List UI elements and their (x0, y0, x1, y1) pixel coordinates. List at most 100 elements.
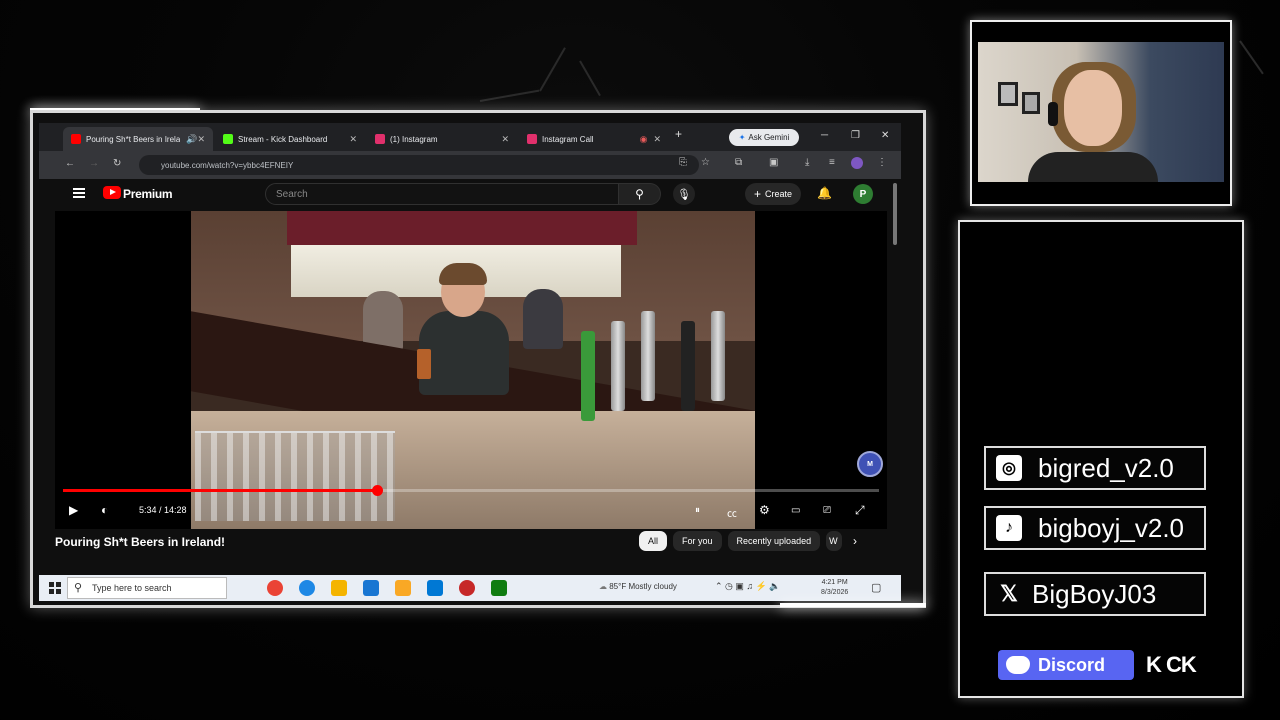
channel-watermark-icon[interactable]: M (857, 451, 883, 477)
cast-icon[interactable]: ⎘ (679, 157, 687, 168)
miniplayer-icon[interactable]: ▭ (791, 505, 800, 516)
tab-instagram-call[interactable]: Instagram Call ◉ ✕ (519, 127, 669, 151)
x-icon: 𝕏 (1000, 581, 1018, 606)
close-tab-icon[interactable]: ✕ (653, 134, 661, 145)
weather-text: 85°F Mostly cloudy (609, 582, 677, 591)
social-handle: BigBoyJ03 (1032, 578, 1157, 609)
avatar-letter: P (859, 188, 867, 200)
youtube-header: Premium Search ⚲ 🎙 + Create 🔔 P (55, 179, 901, 245)
decor-line (479, 89, 540, 102)
video-frame[interactable] (191, 211, 755, 529)
bookmark-star-icon[interactable]: ☆ (701, 157, 710, 168)
close-tab-icon[interactable]: ✕ (501, 134, 509, 145)
search-button[interactable]: ⚲ (619, 183, 661, 205)
download-icon[interactable]: ⤓ (805, 157, 809, 168)
social-handle: bigred_v2.0 (1038, 452, 1174, 483)
progress-bar[interactable] (63, 485, 879, 496)
settings-gear-icon[interactable]: ⚙ (759, 503, 770, 517)
brand-label[interactable]: Premium (123, 187, 173, 201)
ask-gemini-button[interactable]: ✦ Ask Gemini (729, 129, 799, 146)
edge-app-icon[interactable] (299, 580, 315, 596)
chevron-right-icon[interactable]: › (853, 534, 857, 548)
page-scrollbar[interactable] (893, 183, 897, 245)
system-tray-icons[interactable]: ⌃ ◷ ▣ ♫ ⚡ 🔈 (715, 581, 781, 592)
tab-label: Stream - Kick Dashboard (238, 134, 328, 144)
recording-icon: ◉ (639, 133, 648, 144)
chrome-app-icon[interactable] (267, 580, 283, 596)
media-controls-icon[interactable]: ≡ (829, 157, 835, 168)
discord-badge: Discord (998, 650, 1134, 680)
back-icon[interactable]: ← (65, 158, 75, 169)
video-scene-glass-rack (195, 431, 395, 521)
notification-center-icon[interactable]: ▢ (871, 581, 881, 594)
menu-kebab-icon[interactable]: ⋮ (877, 157, 887, 168)
obs-app-icon[interactable] (459, 580, 475, 596)
speaker-icon[interactable]: 🔊 (186, 134, 197, 145)
new-tab-icon[interactable]: + (675, 127, 682, 141)
clock-date: 8/3/2026 (821, 589, 849, 596)
youtube-page: Premium Search ⚲ 🎙 + Create 🔔 P M ▶ ◐ 5:… (55, 179, 901, 575)
create-label: Create (765, 189, 793, 199)
captions-icon[interactable]: ㏄ (727, 505, 737, 520)
video-scene-curtain (287, 211, 637, 245)
volume-icon[interactable]: ◐ (101, 503, 108, 517)
video-scene-glass (417, 349, 431, 379)
search-icon: ⚲ (74, 582, 83, 594)
minimize-icon[interactable]: ─ (821, 130, 828, 141)
notifications-bell-icon[interactable]: 🔔 (817, 186, 832, 200)
search-input[interactable]: Search (265, 183, 619, 205)
file-explorer-icon[interactable] (395, 580, 411, 596)
windows-start-icon[interactable] (49, 582, 61, 594)
screen-capture-frame: Pouring Sh*t Beers in Irela... 🔊 ✕ Strea… (30, 110, 926, 608)
close-tab-icon[interactable]: ✕ (349, 134, 357, 145)
close-tab-icon[interactable]: ✕ (197, 134, 205, 145)
chip-recently-uploaded[interactable]: Recently uploaded (727, 531, 821, 551)
restore-icon[interactable]: ❐ (851, 130, 860, 141)
taskbar-clock[interactable]: 4:21 PM 8/3/2026 (821, 578, 848, 598)
weather-widget[interactable]: ☁ 85°F Mostly cloudy (599, 582, 677, 591)
tab-label: Pouring Sh*t Beers in Irela... (86, 134, 181, 144)
profile-icon[interactable] (851, 157, 863, 169)
kick-logo: K CK (1146, 652, 1197, 677)
avatar[interactable]: P (853, 184, 873, 204)
decor-line (1239, 40, 1264, 75)
youtube-logo-icon[interactable] (103, 186, 121, 199)
app-icon[interactable] (331, 580, 347, 596)
sparkle-icon: ✦ (738, 133, 746, 142)
chip-for-you[interactable]: For you (673, 531, 722, 551)
chip-truncated[interactable]: W (826, 531, 843, 551)
xbox-app-icon[interactable] (491, 580, 507, 596)
hamburger-menu-icon[interactable] (73, 188, 85, 198)
social-instagram: ◎ bigred_v2.0 (984, 446, 1206, 490)
extensions-icon[interactable]: ⧉ (735, 157, 742, 168)
windows-taskbar: ⚲ Type here to search ☁ 85°F Mostly clou… (39, 575, 901, 601)
store-icon[interactable] (427, 580, 443, 596)
cast-to-tv-icon[interactable]: ⎚ (823, 505, 831, 516)
play-icon[interactable]: ▶ (69, 503, 78, 517)
tab-search-icon[interactable]: ▣ (769, 157, 778, 168)
create-button[interactable]: + Create (745, 183, 801, 205)
search-icon: ⚲ (635, 187, 644, 201)
weather-cloud-icon: ☁ (599, 582, 610, 591)
instagram-favicon-icon (375, 134, 385, 144)
chip-all[interactable]: All (639, 531, 668, 551)
video-scene-patron (523, 289, 563, 349)
discord-label: Discord (1038, 654, 1106, 675)
fullscreen-icon[interactable]: ⤢ (855, 503, 865, 518)
webcam-feed (978, 42, 1224, 182)
voice-search-button[interactable]: 🎙 (673, 183, 695, 205)
autoplay-toggle-icon[interactable]: ⏸ (695, 505, 700, 516)
tab-instagram[interactable]: (1) Instagram ✕ (367, 127, 517, 151)
progress-fill (63, 489, 378, 492)
forward-icon[interactable]: → (89, 158, 99, 169)
reload-icon[interactable]: ↻ (113, 158, 121, 169)
close-window-icon[interactable]: ✕ (881, 130, 889, 141)
taskbar-search-input[interactable]: ⚲ Type here to search (67, 577, 227, 599)
app-icon[interactable] (363, 580, 379, 596)
tab-kick[interactable]: Stream - Kick Dashboard ✕ (215, 127, 365, 151)
tab-youtube[interactable]: Pouring Sh*t Beers in Irela... 🔊 ✕ (63, 127, 213, 151)
address-bar[interactable]: youtube.com/watch?v=ybbc4EFNEIY (139, 155, 699, 175)
decor-line (579, 60, 601, 97)
video-player[interactable]: M ▶ ◐ 5:34 / 14:28 ⏸ ㏄ ⚙ ▭ ⎚ ⤢ (55, 211, 887, 529)
discord-logo-icon (1006, 656, 1030, 674)
